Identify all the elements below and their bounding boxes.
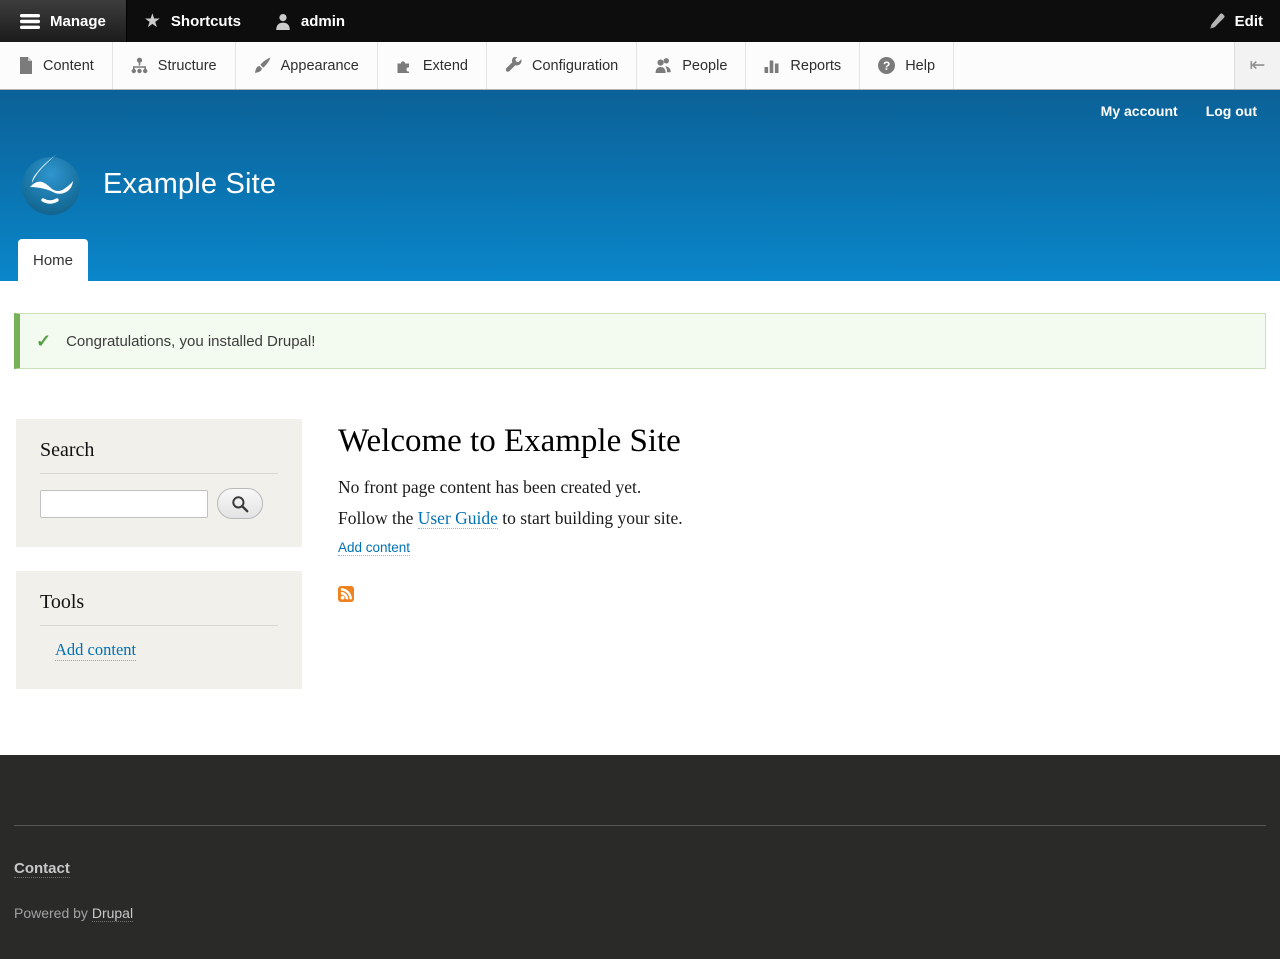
tray-item-label: Extend <box>422 57 468 74</box>
empty-frontpage-text: No front page content has been created y… <box>338 477 642 497</box>
edit-button-label: Edit <box>1234 12 1263 30</box>
status-message-text: Congratulations, you installed Drupal! <box>66 332 316 350</box>
wrench-icon <box>505 57 522 74</box>
orientation-toggle-icon[interactable] <box>1234 42 1280 89</box>
status-message: Congratulations, you installed Drupal! <box>14 313 1266 369</box>
user-guide-text-suffix: to start building your site. <box>497 507 683 528</box>
file-icon <box>18 57 33 74</box>
site-branding: Example Site <box>18 151 276 217</box>
footer-divider <box>14 825 1266 826</box>
admin-toolbar-tray: Content Structure Appearance Extend Conf… <box>0 42 1280 90</box>
secondary-menu: My account Log out <box>1101 103 1257 119</box>
log-out-link[interactable]: Log out <box>1206 103 1257 119</box>
footer: Contact Powered by Drupal <box>0 755 1280 959</box>
admin-user-tab[interactable]: admin <box>258 0 362 42</box>
page-title: Welcome to Example Site <box>338 423 681 459</box>
search-block-title: Search <box>40 439 278 474</box>
search-button[interactable] <box>217 488 263 519</box>
tray-spacer <box>954 42 1234 89</box>
pencil-icon <box>1208 13 1225 30</box>
tray-item-label: Reports <box>790 57 842 74</box>
tools-block-title: Tools <box>40 591 278 626</box>
sitemap-icon <box>131 57 148 74</box>
search-form <box>40 488 278 519</box>
tools-block: Tools Add content <box>16 571 302 689</box>
my-account-link[interactable]: My account <box>1101 103 1178 119</box>
user-guide-text: Follow the User Guide to start building … <box>338 507 1264 531</box>
site-name[interactable]: Example Site <box>103 168 276 201</box>
shortcuts-tab[interactable]: ★ Shortcuts <box>127 0 258 42</box>
tray-item-extend[interactable]: Extend <box>378 42 487 89</box>
question-icon <box>878 57 896 74</box>
star-icon: ★ <box>143 10 161 32</box>
tray-item-content[interactable]: Content <box>0 42 113 89</box>
drupal-logo[interactable] <box>18 151 84 217</box>
tray-item-label: Configuration <box>532 57 619 74</box>
drupal-link[interactable]: Drupal <box>91 905 134 922</box>
checkmark-icon <box>36 332 51 350</box>
admin-bar-spacer <box>362 0 1191 42</box>
manage-tab[interactable]: Manage <box>0 0 127 42</box>
tray-item-label: People <box>682 57 728 74</box>
tray-item-people[interactable]: People <box>637 42 747 89</box>
tray-item-label: Help <box>905 57 936 74</box>
tray-item-structure[interactable]: Structure <box>113 42 236 89</box>
manage-tab-label: Manage <box>50 12 106 30</box>
search-input[interactable] <box>40 489 208 518</box>
paintbrush-icon <box>254 57 271 74</box>
footer-contact-link[interactable]: Contact <box>14 860 70 878</box>
primary-tabs: Home <box>18 239 89 281</box>
powered-by-text: Powered by <box>14 905 92 921</box>
add-content-link[interactable]: Add content <box>338 540 411 557</box>
site-header: My account Log out Example Site Home <box>0 90 1280 281</box>
status-message-region: Congratulations, you installed Drupal! <box>14 313 1266 369</box>
bar-chart-icon <box>764 58 780 74</box>
tray-item-label: Appearance <box>280 57 359 74</box>
sidebar: Search Tools Add content <box>16 419 302 689</box>
user-guide-link[interactable]: User Guide <box>417 507 498 529</box>
main-content: Welcome to Example Site No front page co… <box>338 419 1264 607</box>
tray-item-label: Structure <box>157 57 217 74</box>
tab-home[interactable]: Home <box>18 239 89 281</box>
people-icon <box>655 57 672 74</box>
search-block: Search <box>16 419 302 547</box>
tray-item-reports[interactable]: Reports <box>746 42 861 89</box>
tools-add-content-link[interactable]: Add content <box>55 640 137 661</box>
main-layout: Search Tools Add content Welcome to Exam… <box>16 419 1264 755</box>
tray-item-appearance[interactable]: Appearance <box>236 42 378 89</box>
edit-button[interactable]: Edit <box>1191 0 1280 42</box>
hamburger-menu-icon <box>20 13 40 29</box>
admin-toolbar-bar: Manage ★ Shortcuts admin Edit <box>0 0 1280 42</box>
powered-by: Powered by Drupal <box>14 905 1266 922</box>
admin-user-label: admin <box>300 12 346 30</box>
shortcuts-tab-label: Shortcuts <box>170 12 241 30</box>
magnifier-icon <box>231 495 249 513</box>
tray-item-label: Content <box>43 57 94 74</box>
user-icon <box>275 13 291 30</box>
puzzle-icon <box>396 57 413 74</box>
user-guide-text-prefix: Follow the <box>338 507 418 528</box>
rss-feed-icon[interactable] <box>338 586 354 603</box>
tray-item-help[interactable]: Help <box>860 42 955 89</box>
tray-item-configuration[interactable]: Configuration <box>487 42 638 89</box>
